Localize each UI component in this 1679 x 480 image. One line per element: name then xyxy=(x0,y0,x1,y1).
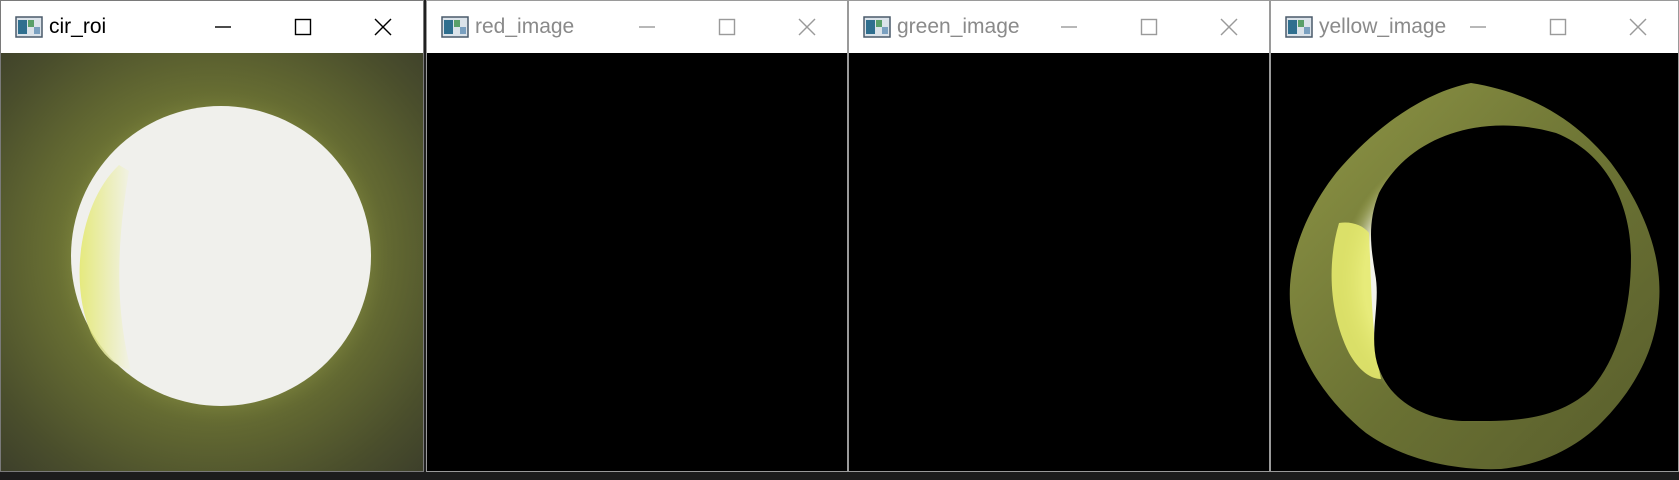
window-green-image[interactable]: green_image xyxy=(848,0,1270,472)
window-controls xyxy=(183,1,423,53)
close-icon xyxy=(374,18,392,36)
close-button[interactable] xyxy=(1189,1,1269,53)
image-window-icon xyxy=(15,15,43,39)
window-title: red_image xyxy=(475,15,575,38)
close-icon xyxy=(1220,18,1238,36)
image-canvas-red xyxy=(427,53,847,471)
window-controls xyxy=(1029,1,1269,53)
maximize-icon xyxy=(718,18,736,36)
close-icon xyxy=(798,18,816,36)
image-window-icon xyxy=(1285,15,1313,39)
window-cir-roi[interactable]: cir_roi xyxy=(0,0,424,472)
close-icon xyxy=(1629,18,1647,36)
desktop: cir_roi red_image green_image yellow_ima… xyxy=(0,0,1679,480)
titlebar-cir-roi[interactable]: cir_roi xyxy=(1,1,423,53)
window-title: cir_roi xyxy=(49,15,107,38)
minimize-icon xyxy=(1470,26,1486,28)
maximize-icon xyxy=(294,18,312,36)
window-red-image[interactable]: red_image xyxy=(426,0,848,472)
maximize-button[interactable] xyxy=(1518,1,1598,53)
image-window-icon xyxy=(441,15,469,39)
titlebar-red-image[interactable]: red_image xyxy=(427,1,847,53)
minimize-button[interactable] xyxy=(1438,1,1518,53)
minimize-button[interactable] xyxy=(607,1,687,53)
minimize-icon xyxy=(215,26,231,28)
close-button[interactable] xyxy=(767,1,847,53)
image-canvas-cir-roi xyxy=(1,53,423,471)
titlebar-green-image[interactable]: green_image xyxy=(849,1,1269,53)
maximize-button[interactable] xyxy=(1109,1,1189,53)
maximize-icon xyxy=(1140,18,1158,36)
titlebar-yellow-image[interactable]: yellow_image xyxy=(1271,1,1678,53)
taskbar-strip xyxy=(0,472,1679,480)
image-window-icon xyxy=(863,15,891,39)
window-controls xyxy=(1438,1,1678,53)
maximize-button[interactable] xyxy=(263,1,343,53)
maximize-icon xyxy=(1549,18,1567,36)
minimize-button[interactable] xyxy=(1029,1,1109,53)
roi-image xyxy=(1,53,423,471)
close-button[interactable] xyxy=(1598,1,1678,53)
maximize-button[interactable] xyxy=(687,1,767,53)
yellow-mask-image xyxy=(1289,83,1660,470)
image-canvas-yellow xyxy=(1271,53,1678,471)
close-button[interactable] xyxy=(343,1,423,53)
minimize-icon xyxy=(639,26,655,28)
window-title: yellow_image xyxy=(1319,15,1447,38)
minimize-button[interactable] xyxy=(183,1,263,53)
image-canvas-green xyxy=(849,53,1269,471)
window-controls xyxy=(607,1,847,53)
window-yellow-image[interactable]: yellow_image xyxy=(1270,0,1679,472)
window-title: green_image xyxy=(897,15,1020,38)
minimize-icon xyxy=(1061,26,1077,28)
